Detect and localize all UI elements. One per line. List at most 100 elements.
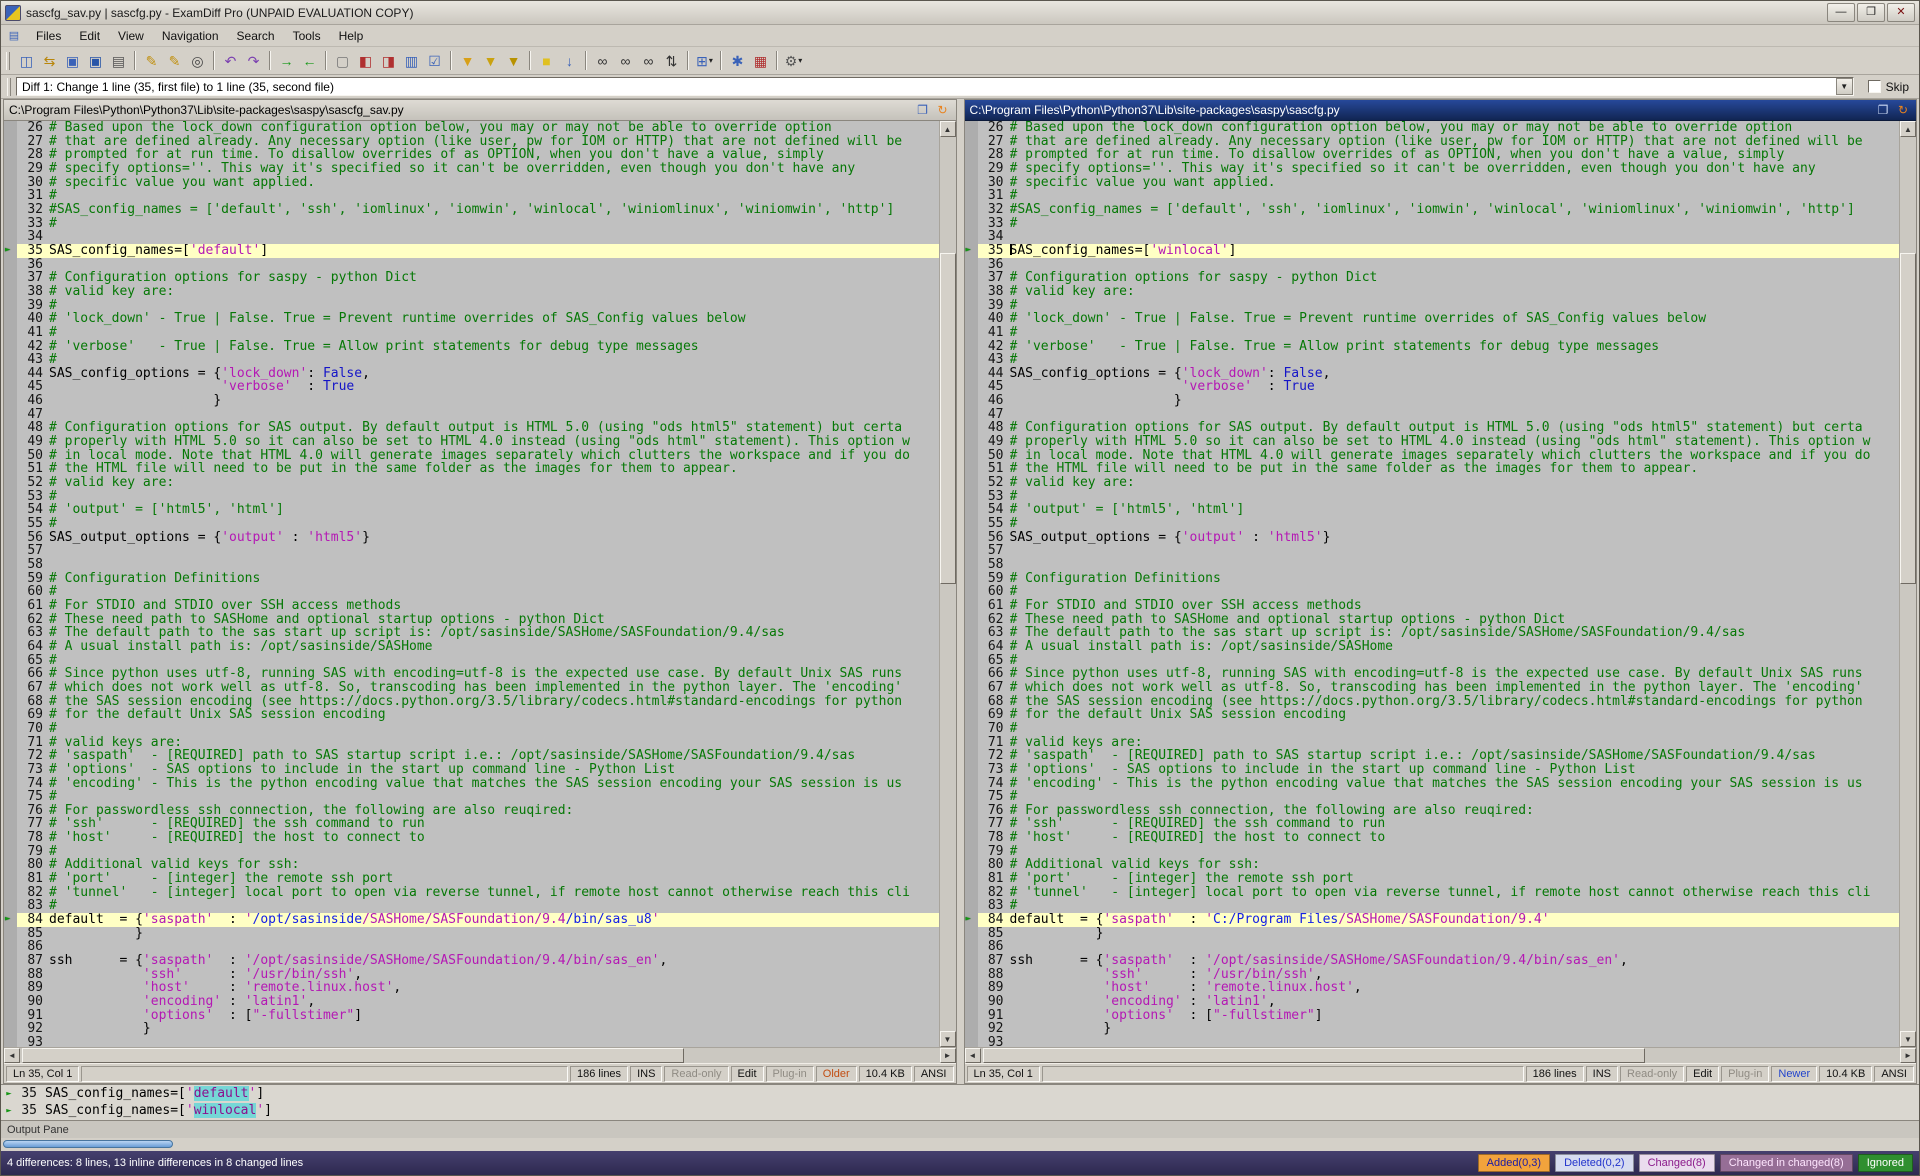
code-line[interactable]: 70# [965,722,1900,736]
code-line[interactable]: 67# which does not work well as utf-8. S… [4,681,939,695]
code-line[interactable]: 68# the SAS session encoding (see https:… [965,695,1900,709]
next-diff-button[interactable]: → [275,49,298,72]
code-line[interactable]: 75# [965,790,1900,804]
reload-file-icon[interactable]: ↻ [1895,103,1911,118]
code-line[interactable]: 47 [4,408,939,422]
code-line[interactable]: 89 'host' : 'remote.linux.host', [4,981,939,995]
code-line[interactable]: 83# [4,899,939,913]
code-line[interactable]: 75# [4,790,939,804]
code-line[interactable]: 43# [4,353,939,367]
code-line[interactable]: 49# properly with HTML 5.0 so it can als… [965,435,1900,449]
code-line[interactable]: 46 } [4,394,939,408]
menu-search[interactable]: Search [228,26,284,46]
undo-button[interactable]: ↶ [219,49,242,72]
code-line[interactable]: 70# [4,722,939,736]
code-line[interactable]: 90 'encoding' : 'latin1', [4,995,939,1009]
code-line[interactable]: 79# [4,845,939,859]
code-line[interactable]: 52# valid key are: [4,476,939,490]
scrollbar-thumb[interactable] [3,1140,173,1148]
open-files-button[interactable]: ⇆ [38,49,61,72]
code-line[interactable]: 57 [4,544,939,558]
code-line[interactable]: 50# in local mode. Note that HTML 4.0 wi… [4,449,939,463]
right-code-area[interactable]: 26# Based upon the lock_down configurati… [965,121,1900,1047]
scroll-up-icon[interactable]: ▲ [1900,121,1916,137]
prev-diff-button[interactable]: ← [298,49,321,72]
reload-file-icon[interactable]: ↻ [935,103,951,118]
scrollbar-thumb[interactable] [983,1048,1645,1063]
plugins-button[interactable]: ▦ [749,49,772,72]
settings-button[interactable]: ⚙▾ [782,49,805,72]
code-line[interactable]: 72# 'saspath' - [REQUIRED] path to SAS s… [4,749,939,763]
toolbar-grip[interactable] [6,52,10,70]
code-line[interactable]: ►84default = {'saspath' : '/opt/sasinsid… [4,913,939,927]
code-line[interactable]: 30# specific value you want applied. [4,176,939,190]
output-row[interactable]: ►35SAS_config_names=['default'] [1,1085,1919,1102]
code-line[interactable]: 63# The default path to the sas start up… [965,626,1900,640]
save-first-button[interactable]: ▣ [61,49,84,72]
right-vertical-scrollbar[interactable]: ▲ ▼ [1899,121,1916,1047]
code-line[interactable]: 82# 'tunnel' - [integer] local port to o… [965,886,1900,900]
code-line[interactable]: 44SAS_config_options = {'lock_down': Fal… [4,367,939,381]
view-diffs-button[interactable]: ◧ [354,49,377,72]
code-line[interactable]: 47 [965,408,1900,422]
code-line[interactable]: 45 'verbose' : True [4,380,939,394]
code-line[interactable]: 91 'options' : ["-fullstimer"] [965,1009,1900,1023]
find-next-button[interactable]: ∞ [614,49,637,72]
code-line[interactable]: 59# Configuration Definitions [4,572,939,586]
scroll-left-icon[interactable]: ◄ [4,1048,20,1063]
code-line[interactable]: 77# 'ssh' - [REQUIRED] the ssh command t… [4,817,939,831]
code-line[interactable]: 76# For passwordless ssh connection, the… [4,804,939,818]
minimize-button[interactable]: — [1827,3,1855,22]
code-line[interactable]: 46 } [965,394,1900,408]
code-line[interactable]: 61# For STDIO and STDIO over SSH access … [4,599,939,613]
code-line[interactable]: 37# Configuration options for saspy - py… [4,271,939,285]
line-filter-button[interactable]: ▼ [479,49,502,72]
print-button[interactable]: ▤ [107,49,130,72]
sync-scroll-button[interactable]: ☑ [423,49,446,72]
code-line[interactable]: 56SAS_output_options = {'output' : 'html… [4,531,939,545]
left-vertical-scrollbar[interactable]: ▲ ▼ [939,121,956,1047]
code-line[interactable]: 86 [4,940,939,954]
code-line[interactable]: 72# 'saspath' - [REQUIRED] path to SAS s… [965,749,1900,763]
goto-diff-button[interactable]: ↓ [558,49,581,72]
code-line[interactable]: 41# [4,326,939,340]
code-line[interactable]: 66# Since python uses utf-8, running SAS… [4,667,939,681]
code-line[interactable]: 76# For passwordless ssh connection, the… [965,804,1900,818]
code-line[interactable]: 71# valid keys are: [4,736,939,750]
code-line[interactable]: 73# 'options' - SAS options to include i… [965,763,1900,777]
code-line[interactable]: 51# the HTML file will need to be put in… [4,462,939,476]
code-line[interactable]: 39# [965,299,1900,313]
scroll-right-icon[interactable]: ► [1900,1048,1916,1063]
code-line[interactable]: 37# Configuration options for saspy - py… [965,271,1900,285]
code-line[interactable]: 87ssh = {'saspath' : '/opt/sasinside/SAS… [4,954,939,968]
code-line[interactable]: 27# that are defined already. Any necess… [965,135,1900,149]
code-line[interactable]: 87ssh = {'saspath' : '/opt/sasinside/SAS… [965,954,1900,968]
find-prev-button[interactable]: ∞ [637,49,660,72]
code-line[interactable]: 62# These need path to SASHome and optio… [965,613,1900,627]
code-line[interactable]: 65# [4,654,939,668]
code-line[interactable]: 58 [965,558,1900,572]
status-badge[interactable]: Changed in changed(8) [1720,1154,1853,1172]
right-horizontal-scrollbar[interactable]: ◄ ► [965,1047,1917,1063]
compare-files-button[interactable]: ◫ [15,49,38,72]
menu-tools[interactable]: Tools [284,26,330,46]
copy-pane-icon[interactable]: ❐ [1875,103,1891,118]
code-line[interactable]: 68# the SAS session encoding (see https:… [4,695,939,709]
code-line[interactable]: 49# properly with HTML 5.0 so it can als… [4,435,939,449]
status-badge[interactable]: Changed(8) [1639,1154,1715,1172]
code-line[interactable]: 78# 'host' - [REQUIRED] the host to conn… [4,831,939,845]
code-line[interactable]: 41# [965,326,1900,340]
code-line[interactable]: 64# A usual install path is: /opt/sasins… [4,640,939,654]
view-left-button[interactable]: ◨ [377,49,400,72]
copy-pane-icon[interactable]: ❐ [915,103,931,118]
status-badge[interactable]: Added(0,3) [1478,1154,1550,1172]
menu-files[interactable]: Files [27,26,70,46]
status-badge[interactable]: Deleted(0,2) [1555,1154,1634,1172]
code-line[interactable]: 33# [965,217,1900,231]
code-line[interactable]: 88 'ssh' : '/usr/bin/ssh', [965,968,1900,982]
code-line[interactable]: 54# 'output' = ['html5', 'html'] [4,503,939,517]
code-line[interactable]: 50# in local mode. Note that HTML 4.0 wi… [965,449,1900,463]
code-line[interactable]: 38# valid key are: [965,285,1900,299]
maximize-button[interactable]: ❐ [1857,3,1885,22]
code-line[interactable]: 62# These need path to SASHome and optio… [4,613,939,627]
